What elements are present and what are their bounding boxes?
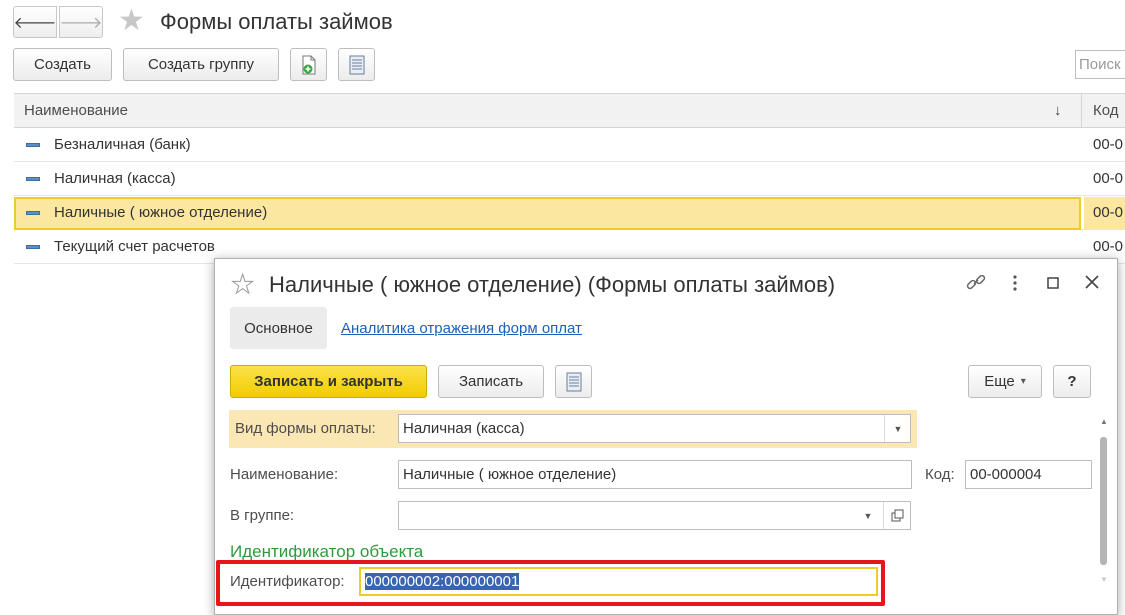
code-label: Код: <box>925 466 955 483</box>
help-label: ? <box>1067 373 1077 390</box>
name-field[interactable]: Наличные ( южное отделение) <box>398 460 912 489</box>
identifier-label: Идентификатор: <box>230 573 345 590</box>
more-menu-button[interactable] <box>1007 271 1023 295</box>
save-and-close-label: Записать и закрыть <box>254 373 403 390</box>
name-label: Наименование: <box>230 466 339 483</box>
identifier-field[interactable]: 000000002:000000001 <box>359 567 878 596</box>
payment-type-select[interactable]: Наличная (касса) ▼ <box>398 414 911 443</box>
list-view-button[interactable] <box>555 365 592 398</box>
save-and-close-button[interactable]: Записать и закрыть <box>230 365 427 398</box>
scroll-up-icon[interactable]: ▲ <box>1100 417 1108 426</box>
create-group-button-label: Создать группу <box>147 56 255 73</box>
maximize-button[interactable] <box>1045 275 1061 291</box>
arrow-left-icon: 🡐 <box>13 14 57 32</box>
code-value: 00-000004 <box>970 466 1042 483</box>
more-label: Еще <box>984 373 1015 390</box>
maximize-icon <box>1047 277 1059 289</box>
copy-button[interactable] <box>290 48 327 81</box>
list-icon <box>349 55 364 74</box>
list-item[interactable]: Наличная (касса) 00-0 <box>14 163 1125 196</box>
payment-type-value: Наличная (касса) <box>403 420 525 437</box>
column-divider <box>1081 94 1082 127</box>
list-item-name: Безналичная (банк) <box>54 136 191 153</box>
code-field[interactable]: 00-000004 <box>965 460 1092 489</box>
payment-type-label: Вид формы оплаты: <box>235 420 376 437</box>
favorite-star-icon[interactable]: ★ <box>118 6 145 36</box>
item-marker-icon <box>26 245 40 249</box>
create-group-button[interactable]: Создать группу <box>123 48 279 81</box>
dropdown-button[interactable]: ▼ <box>855 502 881 529</box>
identifier-value: 000000002:000000001 <box>365 573 520 590</box>
scroll-down-icon[interactable]: ▼ <box>1100 575 1108 584</box>
item-dialog: ★ Наличные ( южное отделение) (Формы опл… <box>214 258 1118 615</box>
list-item-selected[interactable]: Наличные ( южное отделение) 00-0 <box>14 197 1125 230</box>
link-button[interactable] <box>965 271 989 295</box>
tab-main[interactable]: Основное <box>230 307 327 349</box>
page-title: Формы оплаты займов <box>160 9 393 34</box>
dropdown-arrow-icon: ▼ <box>893 423 903 434</box>
item-marker-icon <box>26 211 40 215</box>
list-icon <box>566 372 581 391</box>
sort-arrow-icon[interactable]: ↓ <box>1054 102 1062 119</box>
back-button[interactable]: 🡐 <box>13 6 57 38</box>
list-item-name: Наличная (касса) <box>54 170 176 187</box>
group-label: В группе: <box>230 507 295 524</box>
open-window-icon <box>891 509 903 522</box>
list-item[interactable]: Безналичная (банк) 00-0 <box>14 129 1125 162</box>
link-icon <box>966 274 986 290</box>
item-marker-icon <box>26 177 40 181</box>
scrollbar-thumb[interactable] <box>1100 437 1107 565</box>
list-item-name: Наличные ( южное отделение) <box>54 204 268 221</box>
close-icon <box>1085 275 1099 289</box>
favorite-star-icon[interactable]: ★ <box>230 269 254 300</box>
list-item-name: Текущий счет расчетов <box>54 238 215 255</box>
dropdown-button[interactable]: ▼ <box>884 415 910 442</box>
open-button[interactable] <box>883 502 910 529</box>
dropdown-arrow-icon: ▼ <box>863 510 873 521</box>
tab-main-label: Основное <box>244 319 313 337</box>
document-add-icon <box>302 55 315 74</box>
kebab-menu-icon <box>1013 275 1017 291</box>
list-item-code: 00-0 <box>1093 204 1124 221</box>
list-header: Наименование ↓ Код <box>14 93 1125 128</box>
list-item-code: 00-0 <box>1093 238 1124 255</box>
create-button-label: Создать <box>33 56 91 73</box>
create-button[interactable]: Создать <box>13 48 112 81</box>
tab-analytics[interactable]: Аналитика отражения форм оплат <box>341 320 582 337</box>
section-title: Идентификатор объекта <box>230 542 424 561</box>
item-marker-icon <box>26 143 40 147</box>
chevron-down-icon: ▾ <box>1020 376 1026 387</box>
group-select[interactable]: ▼ <box>398 501 911 530</box>
name-value: Наличные ( южное отделение) <box>403 466 617 483</box>
save-label: Записать <box>458 373 524 390</box>
column-header-code[interactable]: Код <box>1093 102 1119 119</box>
search-input[interactable]: Поиск <box>1075 50 1125 79</box>
list-item-code: 00-0 <box>1093 136 1124 153</box>
more-button[interactable]: Еще ▾ <box>968 365 1042 398</box>
column-header-name[interactable]: Наименование <box>24 102 128 119</box>
forward-button[interactable]: 🡒 <box>59 6 103 38</box>
save-button[interactable]: Записать <box>438 365 544 398</box>
close-button[interactable] <box>1083 273 1101 291</box>
help-button[interactable]: ? <box>1053 365 1091 398</box>
arrow-right-icon: 🡒 <box>59 14 103 32</box>
dialog-title: Наличные ( южное отделение) (Формы оплат… <box>269 272 836 297</box>
list-view-button[interactable] <box>338 48 375 81</box>
scrollbar[interactable]: ▲ ▼ <box>1099 417 1109 587</box>
list-item-code: 00-0 <box>1093 170 1124 187</box>
